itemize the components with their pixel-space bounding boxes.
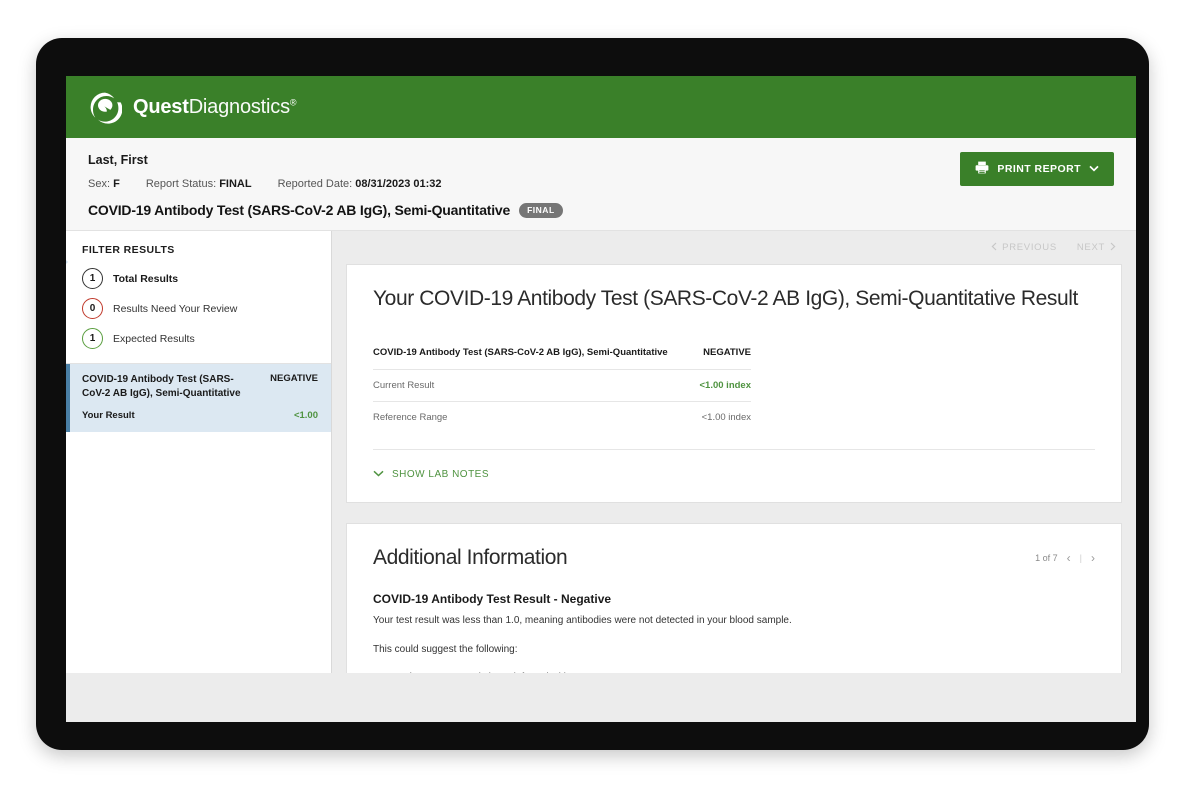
additional-information-paragraph-2: This could suggest the following: <box>373 642 1095 658</box>
reported-date-value: 08/31/2023 01:32 <box>355 178 441 190</box>
result-detail-card: Your COVID-19 Antibody Test (SARS-CoV-2 … <box>346 264 1122 503</box>
report-status: Report Status: FINAL <box>146 178 252 190</box>
reference-range-value: <1.00 index <box>695 402 751 434</box>
registered-mark: ® <box>290 97 296 107</box>
browser-screen: QuestDiagnostics® Last, First Sex: F Rep… <box>66 76 1136 722</box>
patient-sex: Sex: F <box>88 178 120 190</box>
lab-notes-section: SHOW LAB NOTES <box>373 449 1095 482</box>
report-title-row: COVID-19 Antibody Test (SARS-CoV-2 AB Ig… <box>88 202 1114 218</box>
chevron-right-icon <box>1110 242 1116 254</box>
filter-total-results-count: 1 <box>82 268 103 289</box>
table-row: Current Result <1.00 index <box>373 370 751 402</box>
brand-header: QuestDiagnostics® <box>66 76 1136 138</box>
additional-information-pager: 1 of 7 ‹ | › <box>1035 551 1095 565</box>
pager-next-button[interactable]: › <box>1091 551 1095 565</box>
chevron-down-icon <box>373 469 384 480</box>
additional-information-bullet-list: You have not recently been infected with… <box>373 670 1095 673</box>
show-lab-notes-toggle[interactable]: SHOW LAB NOTES <box>373 469 489 480</box>
table-header-result-flag: NEGATIVE <box>695 339 751 370</box>
chevron-down-icon <box>1089 163 1099 175</box>
next-record-label: NEXT <box>1077 242 1105 253</box>
print-report-button[interactable]: PRINT REPORT <box>960 152 1114 186</box>
filter-need-review[interactable]: 0 Results Need Your Review <box>82 298 315 319</box>
reported-date: Reported Date: 08/31/2023 01:32 <box>278 178 442 190</box>
current-result-value: <1.00 index <box>695 370 751 402</box>
result-item-primary-line: COVID-19 Antibody Test (SARS-CoV-2 AB Ig… <box>82 373 318 401</box>
reference-range-label: Reference Range <box>373 402 695 434</box>
patient-sex-label: Sex: <box>88 178 110 190</box>
pager-separator: | <box>1080 553 1082 563</box>
previous-record-button[interactable]: PREVIOUS <box>991 242 1057 254</box>
print-report-label: PRINT REPORT <box>997 163 1081 175</box>
brand-name-bold: Quest <box>133 96 189 118</box>
additional-information-card: Additional Information 1 of 7 ‹ | › COVI… <box>346 523 1122 673</box>
result-card-title: Your COVID-19 Antibody Test (SARS-CoV-2 … <box>373 287 1095 311</box>
filter-need-review-label: Results Need Your Review <box>113 303 237 315</box>
report-title: COVID-19 Antibody Test (SARS-CoV-2 AB Ig… <box>88 202 510 218</box>
filter-need-review-count: 0 <box>82 298 103 319</box>
pager-counter: 1 of 7 <box>1035 553 1058 563</box>
content-body: FILTER RESULTS 1 Total Results 0 Results… <box>66 231 1136 673</box>
report-status-label: Report Status: <box>146 178 216 190</box>
list-item[interactable]: COVID-19 Antibody Test (SARS-CoV-2 AB Ig… <box>66 364 331 432</box>
filter-total-results-label: Total Results <box>113 273 178 285</box>
filter-results-title: FILTER RESULTS <box>82 244 315 256</box>
filter-expected-results-count: 1 <box>82 328 103 349</box>
record-navigation: PREVIOUS NEXT <box>346 231 1122 264</box>
current-result-label: Current Result <box>373 370 695 402</box>
pager-previous-button[interactable]: ‹ <box>1067 551 1071 565</box>
additional-information-header: Additional Information 1 of 7 ‹ | › <box>373 546 1095 570</box>
brand-name-light: Diagnostics <box>189 96 290 118</box>
filter-total-results[interactable]: 1 Total Results <box>82 268 315 289</box>
reported-date-label: Reported Date: <box>278 178 353 190</box>
table-row: Reference Range <1.00 index <box>373 402 751 434</box>
show-lab-notes-label: SHOW LAB NOTES <box>392 469 489 480</box>
printer-icon <box>975 161 989 177</box>
filter-expected-results-label: Expected Results <box>113 333 195 345</box>
additional-information-paragraph-1: Your test result was less than 1.0, mean… <box>373 613 1095 629</box>
brand-wordmark: QuestDiagnostics® <box>133 96 296 119</box>
result-item-sub-label: Your Result <box>82 410 135 421</box>
main-content: PREVIOUS NEXT Your COVID-19 Antibody Tes… <box>332 231 1136 673</box>
result-values-table: COVID-19 Antibody Test (SARS-CoV-2 AB Ig… <box>373 339 751 433</box>
quest-swirl-logo-icon <box>88 90 122 124</box>
result-item-sub-value: <1.00 <box>294 410 318 421</box>
previous-record-label: PREVIOUS <box>1002 242 1057 253</box>
report-status-value: FINAL <box>219 178 251 190</box>
filter-results-panel: FILTER RESULTS 1 Total Results 0 Results… <box>66 231 331 364</box>
results-sidebar: FILTER RESULTS 1 Total Results 0 Results… <box>66 231 332 673</box>
filter-expected-results[interactable]: 1 Expected Results <box>82 328 315 349</box>
next-record-button[interactable]: NEXT <box>1077 242 1116 254</box>
patient-header: Last, First Sex: F Report Status: FINAL … <box>66 138 1136 231</box>
patient-sex-value: F <box>113 178 120 190</box>
active-filter-pointer-icon <box>66 251 68 273</box>
result-item-secondary-line: Your Result <1.00 <box>82 410 318 421</box>
status-badge: FINAL <box>519 203 563 218</box>
additional-information-title: Additional Information <box>373 546 567 570</box>
additional-information-subtitle: COVID-19 Antibody Test Result - Negative <box>373 592 1095 606</box>
result-item-flag: NEGATIVE <box>270 373 318 384</box>
table-header-row: COVID-19 Antibody Test (SARS-CoV-2 AB Ig… <box>373 339 751 370</box>
result-item-name: COVID-19 Antibody Test (SARS-CoV-2 AB Ig… <box>82 373 247 401</box>
list-item: You have not recently been infected with… <box>373 670 1095 673</box>
chevron-left-icon <box>991 242 997 254</box>
table-header-test-name: COVID-19 Antibody Test (SARS-CoV-2 AB Ig… <box>373 339 695 370</box>
